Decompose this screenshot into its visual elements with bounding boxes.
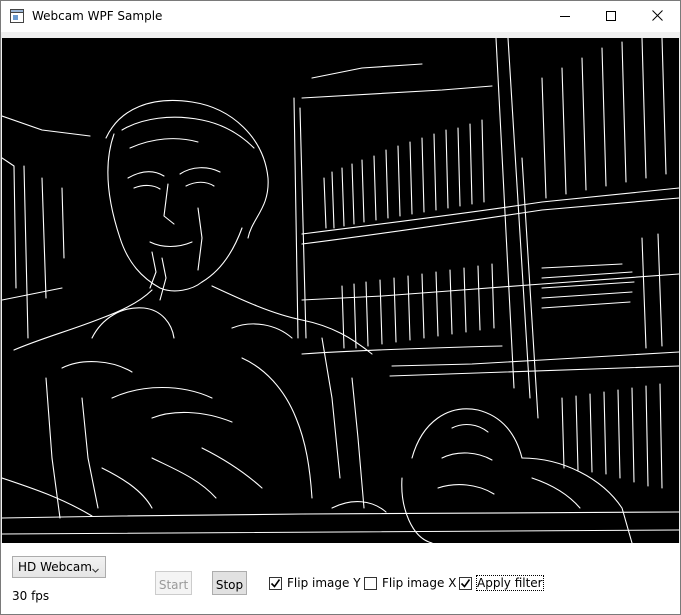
flip-y-label: Flip image Y: [287, 576, 361, 590]
app-window: Webcam WPF Sample HD Webcam 30 fps Start…: [0, 0, 681, 615]
maximize-button[interactable]: [588, 1, 634, 32]
flip-y-box[interactable]: [269, 576, 282, 590]
camera-select[interactable]: HD Webcam: [12, 556, 106, 578]
apply-filter-box[interactable]: [459, 576, 472, 590]
fps-label: 30 fps: [12, 589, 50, 603]
flip-y-checkbox[interactable]: Flip image Y: [269, 576, 361, 590]
flip-x-checkbox[interactable]: Flip image X: [364, 576, 456, 590]
flip-x-box[interactable]: [364, 576, 377, 590]
checkmark-icon: [270, 578, 281, 588]
maximize-icon: [606, 10, 616, 24]
chevron-down-icon: [92, 563, 99, 573]
stop-button[interactable]: Stop: [212, 571, 247, 595]
minimize-button[interactable]: [542, 1, 588, 32]
controls-panel: HD Webcam 30 fps Start Stop Flip image Y…: [1, 543, 680, 614]
app-window-icon: [10, 9, 24, 23]
apply-filter-checkbox[interactable]: Apply filter: [459, 575, 544, 591]
flip-x-label: Flip image X: [382, 576, 457, 590]
checkmark-icon: [460, 578, 471, 588]
apply-filter-label: Apply filter: [476, 575, 544, 591]
minimize-icon: [560, 10, 570, 24]
webcam-preview: [2, 38, 679, 543]
window-title: Webcam WPF Sample: [32, 9, 163, 23]
title-bar[interactable]: Webcam WPF Sample: [1, 1, 680, 32]
start-button[interactable]: Start: [155, 571, 192, 595]
close-icon: [651, 9, 663, 24]
close-button[interactable]: [634, 1, 680, 32]
edge-filtered-frame: [2, 38, 679, 543]
camera-select-value: HD Webcam: [18, 560, 92, 574]
